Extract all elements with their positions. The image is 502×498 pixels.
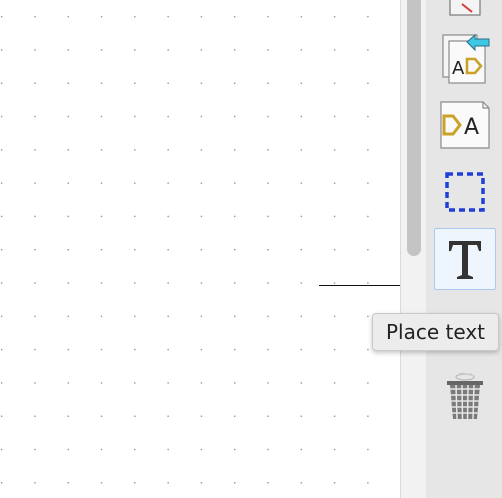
partial-tool-top[interactable]	[434, 0, 496, 28]
vertical-scrollbar[interactable]	[400, 0, 426, 498]
text-icon	[449, 241, 481, 279]
right-toolbar: A A	[426, 0, 502, 498]
import-sheet-pin-icon: A	[442, 33, 490, 84]
place-text-button[interactable]	[434, 228, 496, 290]
svg-text:A: A	[464, 115, 479, 140]
trash-icon	[447, 372, 483, 420]
scrollbar-thumb[interactable]	[407, 0, 421, 256]
sheet-icon	[449, 0, 481, 16]
schematic-canvas[interactable]	[0, 0, 400, 498]
tooltip: Place text	[372, 313, 500, 351]
hierarchical-label-icon: A	[440, 101, 490, 149]
hierarchical-label-button[interactable]: A	[434, 93, 496, 155]
svg-text:A: A	[452, 58, 465, 79]
rectangle-select-button[interactable]	[434, 160, 496, 222]
import-sheet-pin-button[interactable]: A	[434, 26, 496, 88]
delete-button[interactable]	[434, 364, 496, 426]
tooltip-text: Place text	[386, 320, 486, 344]
wire[interactable]	[319, 285, 400, 286]
rectangle-select-icon	[445, 172, 485, 212]
